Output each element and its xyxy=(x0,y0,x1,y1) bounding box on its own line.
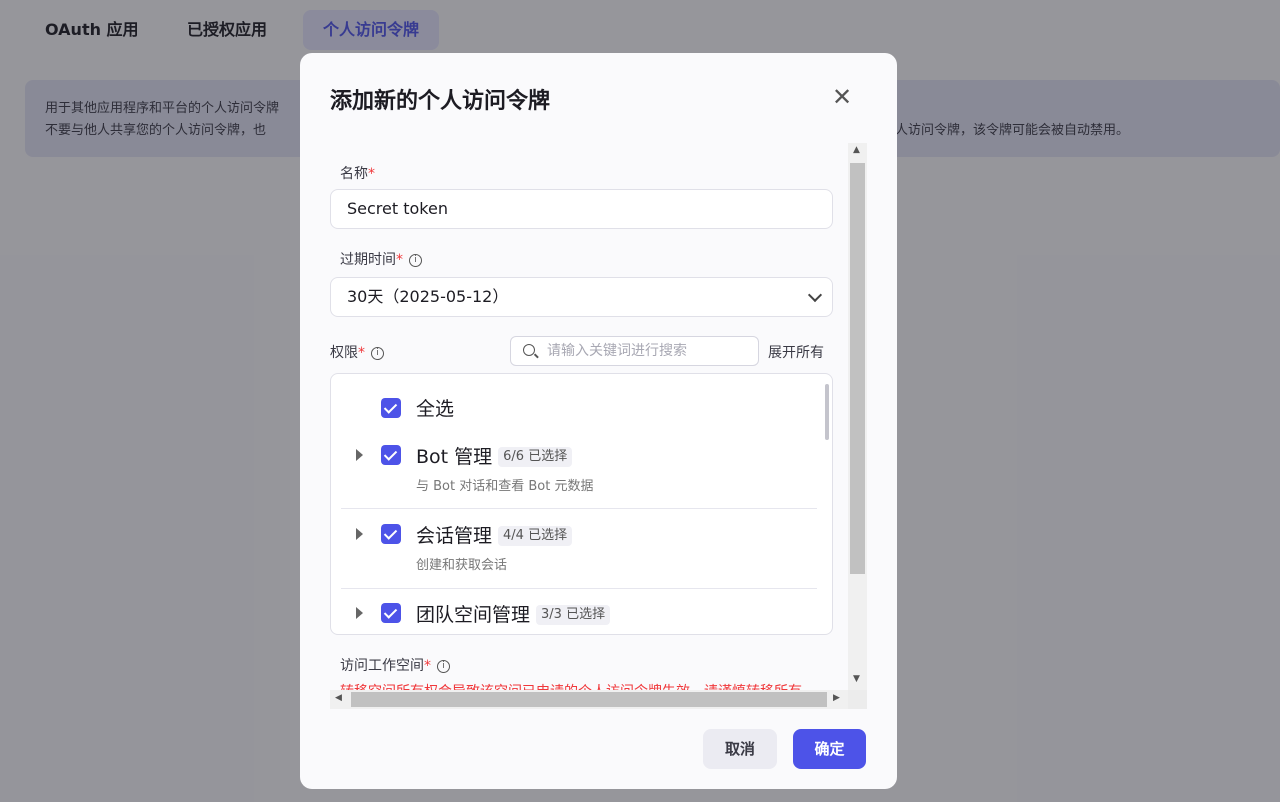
group-title: 会话管理 4/4 已选择 xyxy=(416,521,573,548)
close-icon[interactable]: ✕ xyxy=(830,85,854,109)
name-label: 名称* xyxy=(340,166,375,182)
confirm-button[interactable]: 确定 xyxy=(793,729,866,769)
select-all-label: 全选 xyxy=(416,398,455,420)
selected-badge: 6/6 已选择 xyxy=(498,447,573,467)
group-checkbox[interactable] xyxy=(381,524,401,544)
scroll-corner xyxy=(848,690,867,709)
selected-badge: 3/3 已选择 xyxy=(536,605,611,625)
expand-triangle-icon[interactable] xyxy=(356,528,363,540)
permissions-label: 权限* i xyxy=(330,342,384,362)
expand-triangle-icon[interactable] xyxy=(356,607,363,619)
permission-tree: 全选 Bot 管理 6/6 已选择 与 Bot 对话和查看 Bot 元数据 会话管… xyxy=(330,373,833,635)
expand-triangle-icon[interactable] xyxy=(356,449,363,461)
info-icon[interactable]: i xyxy=(371,346,384,360)
chevron-down-icon xyxy=(807,287,823,303)
group-desc: 与 Bot 对话和查看 Bot 元数据 xyxy=(416,479,594,494)
dialog-scroll-area: 名称* Secret token 过期时间* i 30天（2025-05-12） … xyxy=(330,143,867,709)
expiry-value: 30天（2025-05-12） xyxy=(347,287,509,306)
workspace-warning: 转移空间所有权会导致该空间已申请的个人访问令牌失效，请谨慎转移所有 xyxy=(340,681,802,690)
selected-badge: 4/4 已选择 xyxy=(498,526,573,546)
group-title: 团队空间管理 3/3 已选择 xyxy=(416,600,611,627)
divider xyxy=(341,508,817,509)
tree-scrollbar[interactable] xyxy=(825,384,829,440)
dialog-title: 添加新的个人访问令牌 xyxy=(330,89,551,114)
workspace-label: 访问工作空间* i xyxy=(340,655,450,675)
expiry-label: 过期时间* i xyxy=(340,249,422,269)
search-icon xyxy=(523,344,535,356)
name-input[interactable]: Secret token xyxy=(330,189,833,229)
add-token-dialog: 添加新的个人访问令牌 ✕ 名称* Secret token 过期时间* i 30天… xyxy=(300,53,897,789)
info-icon[interactable]: i xyxy=(437,659,450,673)
divider xyxy=(341,588,817,589)
cancel-button[interactable]: 取消 xyxy=(703,729,777,769)
info-icon[interactable]: i xyxy=(409,253,422,267)
horizontal-scrollbar[interactable]: ◀ ▶ xyxy=(330,690,848,709)
expiry-select[interactable]: 30天（2025-05-12） xyxy=(330,277,833,317)
group-title: Bot 管理 6/6 已选择 xyxy=(416,442,573,469)
permission-search-input[interactable]: 请输入关键词进行搜索 xyxy=(510,336,759,366)
group-desc: 创建和获取会话 xyxy=(416,558,508,573)
vertical-scrollbar[interactable]: ▲ ▼ xyxy=(848,143,867,690)
group-checkbox[interactable] xyxy=(381,445,401,465)
group-checkbox[interactable] xyxy=(381,603,401,623)
select-all-checkbox[interactable] xyxy=(381,398,401,418)
expand-all-link[interactable]: 展开所有 xyxy=(768,342,824,362)
